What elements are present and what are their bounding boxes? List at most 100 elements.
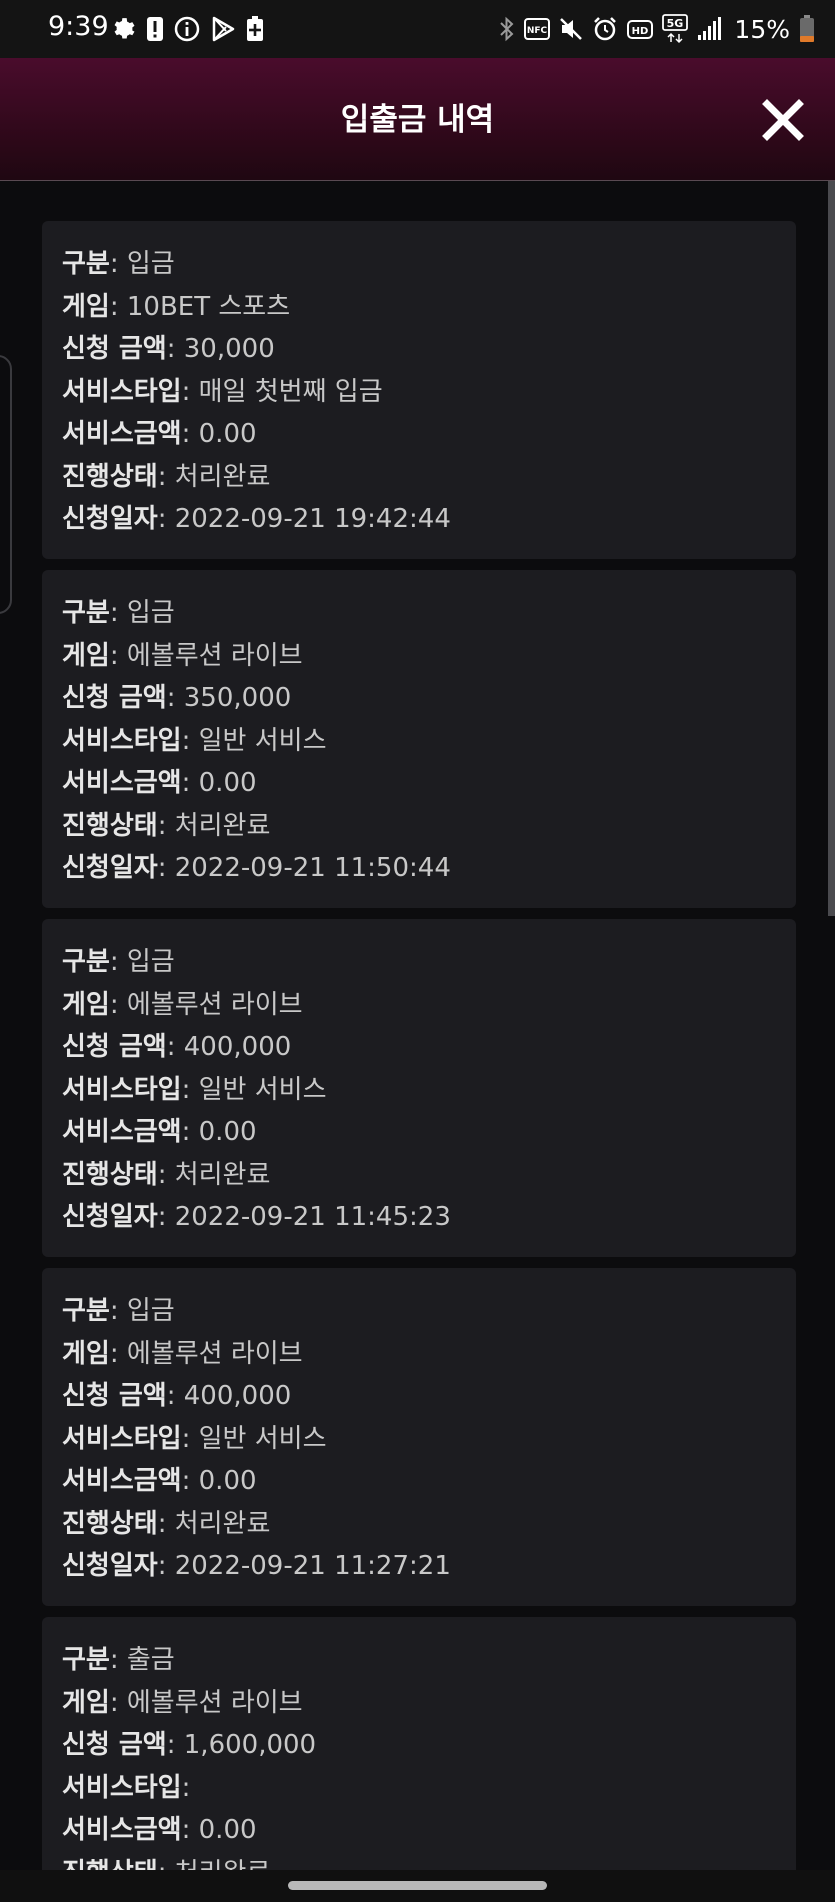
status-value: 처리완료: [174, 810, 271, 841]
service-type-row: 서비스타입: 일반 서비스: [62, 720, 796, 763]
date-row: 신청일자: 2022-09-21 19:42:44: [62, 498, 796, 541]
header: 입출금 내역: [0, 58, 835, 181]
battery-percent: 15%: [734, 14, 790, 44]
type-label: 구분: [62, 1645, 110, 1675]
separator: :: [157, 853, 175, 883]
status-row: 진행상태: 처리완료: [62, 456, 796, 499]
info-icon: [174, 16, 200, 42]
status-label: 진행상태: [62, 461, 158, 492]
separator: :: [181, 768, 199, 798]
status-label: 진행상태: [62, 1508, 158, 1539]
service-type-value: 매일 첫번째 입금: [198, 376, 383, 407]
separator: :: [157, 1159, 175, 1190]
amount-label: 신청 금액: [62, 1381, 167, 1411]
separator: :: [181, 419, 199, 449]
date-row: 신청일자: 2022-09-21 11:27:21: [62, 1545, 796, 1588]
type-value: 입금: [126, 598, 175, 628]
service-amount-value: 0.00: [198, 768, 257, 798]
date-value: 2022-09-21 11:27:21: [174, 1551, 451, 1581]
amount-row: 신청 금액: 30,000: [62, 328, 796, 371]
service-amount-value: 0.00: [198, 1815, 257, 1845]
scrollbar[interactable]: [828, 181, 835, 916]
type-label: 구분: [62, 598, 110, 628]
status-label: 진행상태: [62, 1159, 158, 1190]
amount-label: 신청 금액: [62, 1730, 167, 1760]
transaction-card: 구분: 출금 게임: 에볼루션 라이브 신청 금액: 1,600,000 서비스…: [42, 1617, 796, 1871]
type-value: 입금: [126, 1296, 175, 1326]
status-label: 진행상태: [62, 810, 158, 841]
page-title: 입출금 내역: [340, 102, 495, 138]
screen: 9:39 NFC HD 5G 15% 입출금 내역 구분: 입금 게임: 10B…: [0, 0, 835, 1902]
svg-text:HD: HD: [632, 26, 649, 37]
separator: :: [157, 1551, 175, 1581]
service-type-value: 일반 서비스: [198, 1423, 327, 1454]
type-row: 구분: 입금: [62, 243, 796, 286]
separator: :: [181, 725, 199, 756]
date-label: 신청일자: [62, 504, 158, 534]
separator: :: [166, 683, 184, 713]
service-type-label: 서비스타입: [62, 725, 182, 756]
separator: :: [109, 1296, 127, 1326]
type-row: 구분: 입금: [62, 1290, 796, 1333]
separator: :: [181, 1772, 191, 1803]
navigation-bar: [0, 1870, 835, 1902]
separator: :: [157, 504, 175, 534]
separator: :: [157, 1508, 175, 1539]
transaction-list[interactable]: 구분: 입금 게임: 10BET 스포츠 신청 금액: 30,000 서비스타입…: [0, 181, 835, 1871]
game-row: 게임: 에볼루션 라이브: [62, 984, 796, 1027]
separator: :: [109, 1338, 127, 1369]
amount-value: 350,000: [183, 683, 292, 713]
date-label: 신청일자: [62, 1202, 158, 1232]
separator: :: [181, 1423, 199, 1454]
game-row: 게임: 에볼루션 라이브: [62, 1333, 796, 1376]
type-row: 구분: 입금: [62, 941, 796, 984]
mute-icon: [559, 16, 583, 42]
service-type-row: 서비스타입: 일반 서비스: [62, 1418, 796, 1461]
type-label: 구분: [62, 249, 110, 279]
separator: :: [157, 1202, 175, 1232]
date-value: 2022-09-21 11:50:44: [174, 853, 451, 883]
status-value: 처리완료: [174, 461, 271, 492]
separator: :: [109, 249, 127, 279]
separator: :: [166, 1032, 184, 1062]
home-gesture-handle[interactable]: [288, 1881, 547, 1890]
alarm-icon: [592, 16, 618, 42]
separator: :: [157, 461, 175, 492]
status-row: 진행상태: 처리완료: [62, 805, 796, 848]
amount-value: 1,600,000: [183, 1730, 317, 1760]
type-value: 입금: [126, 947, 175, 977]
bluetooth-icon: [499, 16, 515, 42]
status-row: 진행상태: 처리완료: [62, 1503, 796, 1546]
transaction-card: 구분: 입금 게임: 10BET 스포츠 신청 금액: 30,000 서비스타입…: [42, 221, 796, 559]
game-row: 게임: 10BET 스포츠: [62, 286, 796, 329]
date-label: 신청일자: [62, 1551, 158, 1581]
service-amount-row: 서비스금액: 0.00: [62, 1460, 796, 1503]
type-label: 구분: [62, 947, 110, 977]
separator: :: [109, 947, 127, 977]
transaction-card: 구분: 입금 게임: 에볼루션 라이브 신청 금액: 400,000 서비스타입…: [42, 919, 796, 1257]
close-icon[interactable]: [761, 98, 805, 142]
service-type-label: 서비스타입: [62, 376, 182, 407]
status-right-icons: NFC HD 5G 15%: [499, 12, 815, 46]
type-value: 입금: [126, 249, 175, 279]
close-button[interactable]: [761, 98, 805, 142]
separator: :: [109, 1645, 127, 1675]
separator: :: [181, 376, 199, 407]
game-value: 에볼루션 라이브: [126, 640, 303, 671]
amount-value: 30,000: [183, 334, 275, 364]
service-amount-value: 0.00: [198, 1466, 257, 1496]
side-panel-handle[interactable]: [0, 355, 12, 614]
service-amount-label: 서비스금액: [62, 1466, 182, 1496]
amount-label: 신청 금액: [62, 683, 167, 713]
separator: :: [166, 1730, 184, 1760]
transaction-card: 구분: 입금 게임: 에볼루션 라이브 신청 금액: 350,000 서비스타입…: [42, 570, 796, 908]
amount-label: 신청 금액: [62, 1032, 167, 1062]
status-bar: 9:39 NFC HD 5G 15%: [0, 0, 835, 58]
separator: :: [109, 598, 127, 628]
battery-saver-icon: [246, 16, 264, 42]
play-store-icon: [210, 16, 236, 42]
service-amount-value: 0.00: [198, 1117, 257, 1147]
service-amount-value: 0.00: [198, 419, 257, 449]
status-row: 진행상태: 처리완료: [62, 1154, 796, 1197]
svg-text:NFC: NFC: [527, 26, 548, 36]
